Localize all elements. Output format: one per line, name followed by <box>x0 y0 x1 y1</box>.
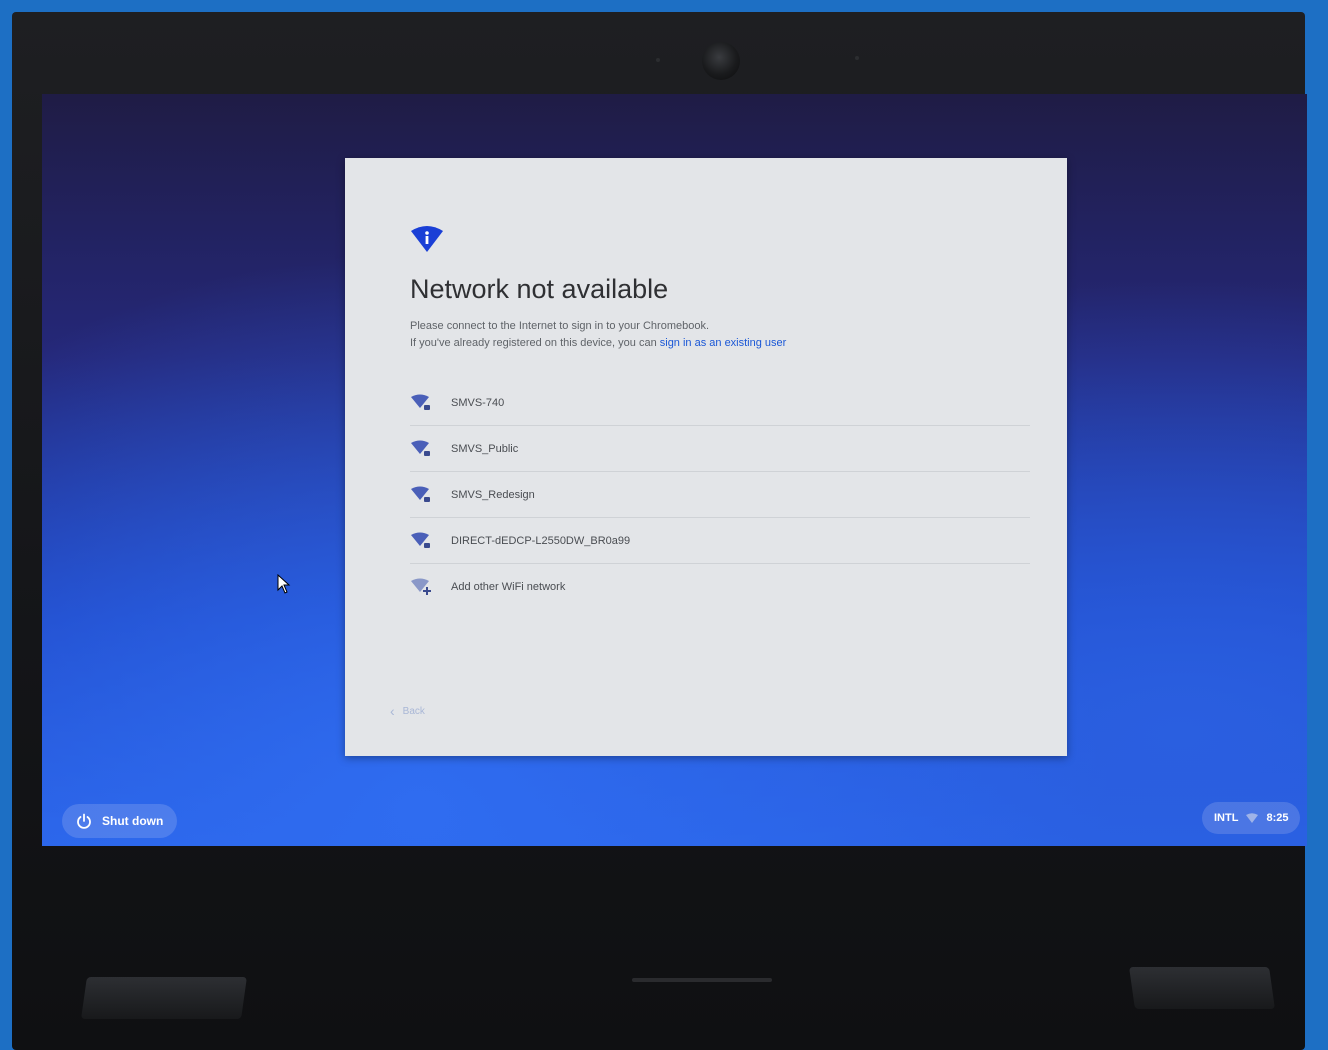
wifi-secure-icon <box>411 394 430 410</box>
wifi-secure-icon <box>411 532 430 548</box>
instructions-line2-text: If you've already registered on this dev… <box>410 337 657 349</box>
instructions-line1: Please connect to the Internet to sign i… <box>410 320 710 332</box>
hinge-right <box>1129 967 1275 1009</box>
webcam <box>702 42 740 80</box>
wifi-info-icon <box>411 226 443 252</box>
hinge-left <box>81 977 247 1019</box>
network-list: SMVS-740 SMVS_Public SMVS_Redesign DIREC… <box>410 380 1030 609</box>
wifi-add-icon <box>411 578 431 595</box>
shutdown-label: Shut down <box>102 814 164 828</box>
screen: Network not available Please connect to … <box>42 94 1307 846</box>
wifi-status-icon <box>1246 813 1259 823</box>
network-name: SMVS-740 <box>451 396 505 409</box>
page-title: Network not available <box>410 274 669 304</box>
instructions-line2: If you've already registered on this dev… <box>410 335 970 352</box>
network-name: SMVS_Public <box>451 442 519 455</box>
back-button[interactable]: ‹ Back <box>390 703 425 719</box>
wifi-secure-icon <box>411 486 430 502</box>
sensor-dot <box>656 58 660 62</box>
add-wifi-network-item[interactable]: Add other WiFi network <box>410 564 1030 609</box>
network-item-direct-printer[interactable]: DIRECT-dEDCP-L2550DW_BR0a99 <box>410 518 1030 564</box>
chevron-left-icon: ‹ <box>390 703 395 719</box>
network-name: DIRECT-dEDCP-L2550DW_BR0a99 <box>451 534 631 547</box>
instructions: Please connect to the Internet to sign i… <box>410 318 970 352</box>
laptop-bezel: Network not available Please connect to … <box>12 12 1307 1050</box>
wifi-secure-icon <box>411 440 430 456</box>
network-dialog: Network not available Please connect to … <box>345 158 1067 756</box>
clock: 8:25 <box>1266 812 1289 824</box>
bezel-slot <box>632 978 772 982</box>
existing-user-link[interactable]: sign in as an existing user <box>660 337 787 349</box>
network-item-smvs-public[interactable]: SMVS_Public <box>410 426 1030 472</box>
input-method-indicator: INTL <box>1214 812 1239 824</box>
sensor-dot <box>855 56 859 60</box>
mouse-cursor-icon <box>277 574 291 594</box>
network-item-smvs-redesign[interactable]: SMVS_Redesign <box>410 472 1030 518</box>
network-item-smvs-740[interactable]: SMVS-740 <box>410 380 1030 426</box>
network-name: SMVS_Redesign <box>451 488 535 501</box>
network-name: Add other WiFi network <box>451 580 566 593</box>
status-tray[interactable]: INTL 8:25 <box>1202 802 1301 834</box>
back-label: Back <box>402 705 425 717</box>
shutdown-button[interactable]: Shut down <box>62 804 178 838</box>
power-icon <box>77 813 91 829</box>
